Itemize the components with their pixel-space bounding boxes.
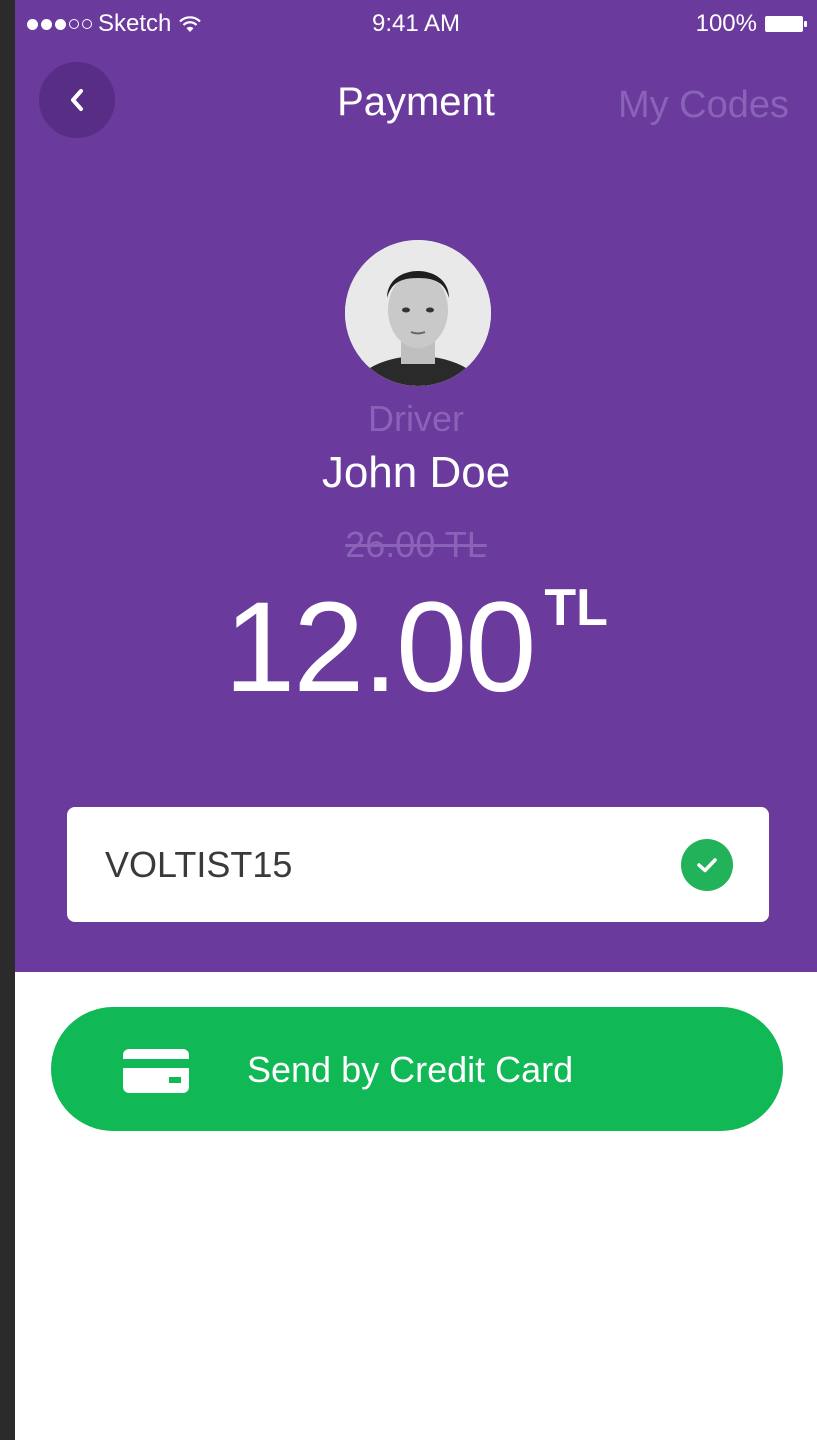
my-codes-link[interactable]: My Codes — [618, 84, 789, 127]
battery-icon — [765, 16, 807, 32]
driver-name: John Doe — [321, 448, 511, 497]
status-right: 100% — [696, 10, 807, 38]
phone-screen: Sketch 9:41 AM 100% Payment My Codes Dri… — [15, 0, 817, 1440]
promo-code-input[interactable] — [105, 807, 645, 922]
promo-code-box — [67, 807, 769, 922]
price-currency: TL — [544, 579, 608, 637]
driver-avatar — [345, 240, 491, 386]
status-bar: Sketch 9:41 AM 100% — [15, 0, 817, 50]
price-amount: 12.00 — [224, 576, 536, 719]
check-icon — [681, 839, 733, 891]
original-price: 26.00 TL — [345, 524, 487, 565]
header-panel: Sketch 9:41 AM 100% Payment My Codes Dri… — [15, 0, 817, 972]
discounted-price: 12.00 TL — [15, 570, 817, 712]
avatar-photo — [345, 240, 491, 386]
credit-card-icon — [123, 1049, 189, 1093]
send-by-credit-card-button[interactable]: Send by Credit Card — [51, 1007, 783, 1131]
credit-button-label: Send by Credit Card — [247, 1049, 574, 1090]
battery-percent: 100% — [695, 10, 757, 37]
driver-label: Driver — [368, 398, 464, 439]
